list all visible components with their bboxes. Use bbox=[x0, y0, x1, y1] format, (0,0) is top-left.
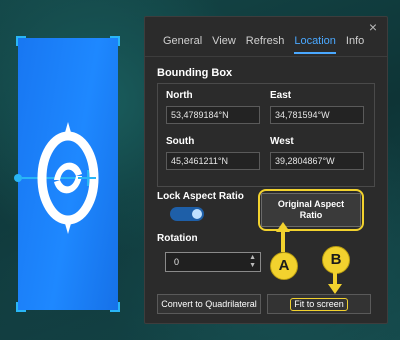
lock-aspect-ratio-toggle[interactable] bbox=[170, 207, 204, 221]
callout-a-badge: A bbox=[270, 252, 298, 280]
rotation-label: Rotation bbox=[157, 233, 198, 244]
bounding-box-group: North 53,4789184°N East 34,781594°W Sout… bbox=[157, 83, 375, 187]
lock-aspect-ratio-label: Lock Aspect Ratio bbox=[157, 191, 244, 202]
logo-emblem-icon bbox=[37, 122, 99, 234]
rotation-value: 0 bbox=[174, 257, 180, 267]
south-field[interactable]: 45,3461211°N bbox=[166, 152, 260, 170]
toggle-knob bbox=[192, 209, 202, 219]
original-aspect-ratio-label: Original Aspect Ratio bbox=[277, 199, 345, 220]
spin-up-icon[interactable]: ▲ bbox=[249, 254, 256, 262]
corner-handle-bottom-right[interactable] bbox=[110, 302, 120, 312]
properties-panel: × General View Refresh Location Info Bou… bbox=[144, 16, 388, 324]
corner-handle-bottom-left[interactable] bbox=[16, 302, 26, 312]
east-label: East bbox=[270, 90, 292, 101]
tab-general[interactable]: General bbox=[163, 35, 202, 54]
fit-to-screen-button[interactable]: Fit to screen bbox=[267, 294, 371, 314]
tab-bar: General View Refresh Location Info bbox=[163, 35, 374, 54]
callout-b-badge: B bbox=[322, 246, 350, 274]
tab-info[interactable]: Info bbox=[346, 35, 364, 54]
callout-a-arrow-icon bbox=[276, 222, 290, 252]
tab-location[interactable]: Location bbox=[294, 35, 336, 54]
corner-handle-top-left[interactable] bbox=[16, 36, 26, 46]
callout-b-arrow-icon bbox=[328, 272, 342, 294]
tab-view[interactable]: View bbox=[212, 35, 236, 54]
convert-to-quadrilateral-button[interactable]: Convert to Quadrilateral bbox=[157, 294, 261, 314]
west-label: West bbox=[270, 136, 294, 147]
fit-to-screen-label: Fit to screen bbox=[290, 298, 348, 311]
spin-down-icon[interactable]: ▼ bbox=[249, 262, 256, 270]
south-label: South bbox=[166, 136, 195, 147]
rotation-input[interactable]: 0 ▲ ▼ bbox=[165, 252, 261, 272]
tab-divider bbox=[145, 56, 387, 57]
bounding-box-heading: Bounding Box bbox=[157, 67, 233, 79]
close-icon[interactable]: × bbox=[369, 19, 377, 35]
north-label: North bbox=[166, 90, 193, 101]
north-field[interactable]: 53,4789184°N bbox=[166, 106, 260, 124]
tab-refresh[interactable]: Refresh bbox=[246, 35, 285, 54]
image-overlay[interactable] bbox=[14, 36, 120, 312]
west-field[interactable]: 39,2804867°W bbox=[270, 152, 364, 170]
east-field[interactable]: 34,781594°W bbox=[270, 106, 364, 124]
edge-handle-left[interactable] bbox=[14, 174, 22, 182]
corner-handle-top-right[interactable] bbox=[110, 36, 120, 46]
